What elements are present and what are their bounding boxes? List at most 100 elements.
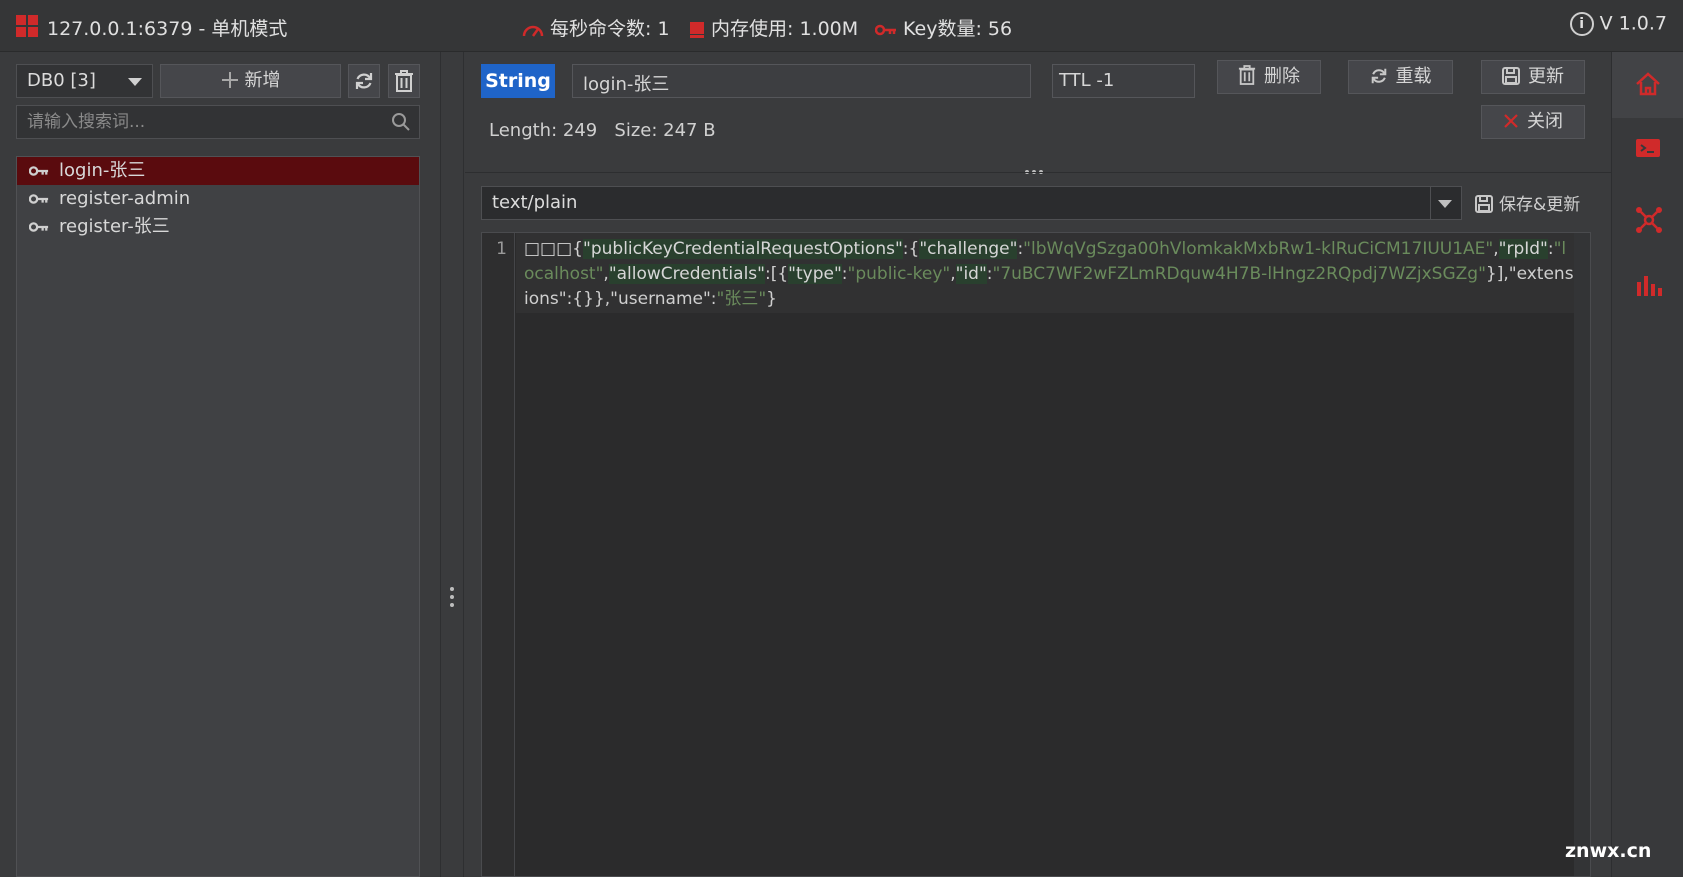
- json-key: "type": [788, 264, 842, 284]
- add-key-button[interactable]: 新增: [160, 64, 341, 98]
- watermark: znwx.cn: [1565, 840, 1652, 862]
- memory-stat: 内存使用: 1.00M: [689, 14, 858, 41]
- save-update-button[interactable]: 保存&更新: [1475, 190, 1580, 215]
- terminal-icon: [1636, 139, 1660, 157]
- trash-icon: [1238, 65, 1256, 85]
- key-name-field[interactable]: login-张三: [572, 64, 1031, 98]
- key-list-item[interactable]: register-admin: [17, 185, 419, 213]
- update-button[interactable]: 更新: [1481, 60, 1585, 94]
- version-info[interactable]: iV 1.0.7: [1569, 12, 1667, 36]
- json-punctuation: ,: [603, 264, 609, 284]
- logo-icon: [16, 15, 38, 37]
- line-number: 1: [496, 239, 507, 259]
- refresh-icon: [1371, 68, 1386, 84]
- keys-stat-label: Key数量: 56: [903, 18, 1013, 40]
- key-detail: String login-张三 TTL -1 删除 重载 更新 关闭 Lengt…: [465, 52, 1611, 877]
- drag-handle-icon: [450, 587, 454, 611]
- key-list-item[interactable]: register-张三: [17, 213, 419, 241]
- key-list-item-label: register-admin: [59, 188, 191, 209]
- select-separator: [1430, 187, 1431, 219]
- update-label: 更新: [1528, 66, 1564, 87]
- value-editor[interactable]: 1 □□□{"publicKeyCredentialRequestOptions…: [481, 232, 1591, 877]
- search-icon[interactable]: [391, 112, 411, 132]
- json-key: "allowCredentials": [608, 264, 765, 284]
- json-string-value: "lbWqVgSzga00hVlomkakMxbRw1-klRuCiCM17IU…: [1023, 239, 1494, 259]
- editor-scrollbar[interactable]: [1574, 233, 1590, 876]
- value-meta: Length: 249 Size: 247 B: [489, 120, 716, 141]
- ops-stat-label: 每秒命令数: 1: [550, 18, 670, 40]
- json-string-value: "public-key": [847, 264, 951, 284]
- json-punctuation: :[{: [764, 264, 789, 284]
- close-button[interactable]: 关闭: [1481, 105, 1585, 139]
- json-key: "rpId": [1498, 239, 1548, 259]
- refresh-icon: [355, 73, 373, 89]
- db-select[interactable]: DB0 [3]: [16, 64, 153, 98]
- key-list-item[interactable]: login-张三: [17, 157, 419, 185]
- key-list-item-label: register-张三: [59, 216, 170, 237]
- format-select[interactable]: text/plain: [481, 186, 1462, 220]
- json-punctuation: ,: [1493, 239, 1499, 259]
- format-select-value: text/plain: [492, 192, 578, 213]
- reload-label: 重载: [1395, 66, 1432, 87]
- window-title: 127.0.0.1:6379 - 单机模式: [47, 18, 288, 40]
- chevron-down-icon: [128, 78, 142, 86]
- line-gutter: 1: [482, 233, 515, 876]
- close-label: 关闭: [1527, 111, 1563, 132]
- trash-icon: [395, 70, 413, 92]
- reload-button[interactable]: 重载: [1348, 60, 1453, 94]
- json-punctuation: }],: [1485, 264, 1509, 284]
- key-list: login-张三 register-admin register-张三: [16, 156, 420, 877]
- json-key: "id": [955, 264, 987, 284]
- sidebar-item-stats[interactable]: [1612, 255, 1683, 321]
- key-panel: DB0 [3] 新增 login-张三 register-admin registe…: [0, 52, 440, 877]
- delete-button[interactable]: 删除: [1217, 60, 1321, 94]
- chevron-down-icon: [1438, 200, 1452, 208]
- delete-label: 删除: [1264, 66, 1300, 87]
- code-content[interactable]: □□□{"publicKeyCredentialRequestOptions":…: [524, 237, 1574, 312]
- key-list-item-label: login-张三: [59, 160, 146, 181]
- info-icon: i: [1569, 12, 1594, 36]
- delete-keys-button[interactable]: [388, 64, 420, 98]
- save-icon: [1475, 195, 1493, 213]
- key-icon: [875, 24, 896, 35]
- close-icon: [1504, 114, 1518, 128]
- ops-stat: 每秒命令数: 1: [522, 14, 670, 41]
- json-key: "publicKeyCredentialRequestOptions": [583, 239, 903, 259]
- sidebar-item-home[interactable]: [1612, 52, 1683, 118]
- memory-icon: [690, 21, 704, 38]
- key-icon: [29, 194, 49, 204]
- speedometer-icon: [522, 25, 544, 37]
- json-punctuation: ,: [950, 264, 956, 284]
- ttl-field[interactable]: TTL -1: [1052, 64, 1195, 98]
- sidebar-item-cluster[interactable]: [1612, 187, 1683, 253]
- json-string-value: "7uBC7WF2wFZLmRDquw4H7B-lHngz2RQpdj7WZjx…: [992, 264, 1486, 284]
- divider: [465, 172, 1611, 173]
- json-key: "challenge": [919, 239, 1018, 259]
- json-punctuation: }: [766, 289, 777, 309]
- plus-icon: [221, 72, 238, 88]
- home-icon: [1636, 72, 1660, 96]
- panel-resizer[interactable]: [440, 52, 464, 877]
- db-select-value: DB0 [3]: [27, 70, 96, 91]
- key-icon: [29, 166, 49, 176]
- add-key-label: 新增: [244, 70, 281, 91]
- save-update-label: 保存&更新: [1499, 195, 1581, 215]
- keys-stat: Key数量: 56: [875, 14, 1012, 41]
- chart-icon: [1637, 276, 1662, 296]
- collapse-handle-icon[interactable]: [1025, 158, 1046, 179]
- top-bar: 127.0.0.1:6379 - 单机模式 每秒命令数: 1 内存使用: 1.0…: [0, 0, 1683, 52]
- refresh-keys-button[interactable]: [348, 64, 380, 98]
- json-string-value: "张三": [716, 289, 767, 309]
- search-input[interactable]: [17, 106, 377, 138]
- key-icon: [29, 222, 49, 232]
- sidebar-item-terminal[interactable]: [1612, 118, 1683, 184]
- version-label: V 1.0.7: [1599, 12, 1667, 35]
- save-icon: [1502, 67, 1520, 85]
- right-sidebar: [1611, 52, 1683, 877]
- key-search: [16, 105, 420, 139]
- type-badge: String: [481, 64, 555, 98]
- code-prefix: □□□{: [524, 239, 584, 259]
- memory-stat-label: 内存使用: 1.00M: [711, 18, 859, 40]
- cluster-icon: [1636, 207, 1662, 233]
- json-punctuation: :{: [902, 239, 920, 259]
